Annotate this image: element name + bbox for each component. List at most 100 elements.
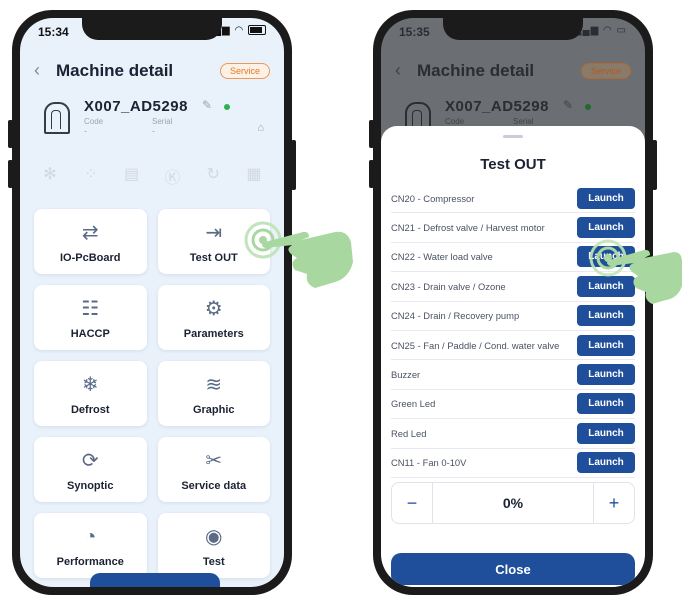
calendar-icon: ▦ (246, 166, 262, 183)
launch-button[interactable]: Launch (577, 334, 635, 356)
output-label: CN11 - Fan 0-10V (391, 457, 467, 469)
document-check-icon: ☷ (81, 297, 100, 320)
lock-icon: ⌂ (257, 122, 264, 134)
tile-label: IO-PcBoard (59, 251, 121, 264)
serial-label: Serial (152, 117, 173, 126)
notch (82, 18, 222, 40)
tile-label: Service data (181, 479, 247, 492)
chevron-left-icon: ‹ (395, 60, 401, 80)
status-time: 15:34 (38, 25, 69, 39)
tile-haccp[interactable]: ☷ HACCP (34, 285, 147, 350)
tile-graphic[interactable]: ≋ Graphic (157, 361, 270, 426)
list-item: Buzzer Launch (391, 360, 635, 390)
output-label: CN20 - Compressor (391, 192, 475, 204)
tile-synoptic[interactable]: ⟳ Synoptic (34, 437, 147, 502)
launch-button[interactable]: Launch (577, 393, 635, 415)
tile-label: Graphic (192, 403, 235, 416)
launch-button[interactable]: Launch (577, 187, 635, 209)
header: ‹ Machine detail Service (34, 60, 270, 84)
page-title: Machine detail (417, 61, 535, 80)
launch-button[interactable]: Launch (577, 305, 635, 327)
sheet-handle[interactable] (503, 135, 523, 138)
volume-down-button (369, 160, 374, 188)
phone-left: 15:34 ▂▄▆ ◠ ‹ Machine detail Service X00… (8, 10, 296, 595)
test-out-sheet: Test OUT CN20 - Compressor Launch CN21 - D… (381, 126, 645, 587)
arrows-circle-icon: ⇄ (81, 221, 99, 244)
machine-door-icon (44, 102, 70, 134)
tools-icon: ✂ (205, 449, 223, 472)
output-label: Red Led (391, 427, 427, 439)
output-list: CN20 - Compressor Launch CN21 - Defrost va… (391, 184, 635, 478)
percentage-stepper: − 0% + (391, 482, 635, 524)
serial-value: - (152, 126, 155, 136)
launch-button[interactable]: Launch (577, 422, 635, 444)
arrow-in-circle-icon: ⇥ (205, 221, 223, 244)
output-label: CN24 - Drain / Recovery pump (391, 310, 520, 322)
stepper-value: 0% (502, 495, 524, 511)
list-item: CN20 - Compressor Launch (391, 184, 635, 214)
tile-parameters[interactable]: ⚙ Parameters (157, 285, 270, 350)
code-label: Code (445, 117, 465, 126)
tile-test[interactable]: ◉ Test (157, 513, 270, 578)
list-item: Red Led Launch (391, 419, 635, 449)
machine-info: X007_AD5298 ✎ Code Serial - - ⌂ (34, 98, 270, 148)
volume-up-button (8, 120, 13, 148)
sheet-title: Test OUT (480, 156, 546, 173)
screen-machine-detail: 15:34 ▂▄▆ ◠ ‹ Machine detail Service X00… (20, 18, 284, 587)
eye-icon: ◉ (205, 525, 223, 548)
pencil-icon[interactable]: ✎ (202, 98, 212, 112)
gears-icon: ⚙ (204, 297, 223, 320)
service-badge: Service (580, 63, 631, 79)
increase-button[interactable]: + (593, 483, 634, 523)
launch-button[interactable]: Launch (577, 217, 635, 239)
document-icon: ▤ (124, 166, 140, 183)
state-icons-row: ✻ ⁘ ▤ Ⓚ ↻ ▦ (36, 164, 268, 188)
bottom-action-button[interactable] (90, 573, 220, 587)
list-item: CN25 - Fan / Paddle / Cond. water valve L… (391, 331, 635, 361)
tile-io-pcboard[interactable]: ⇄ IO-PcBoard (34, 209, 147, 274)
refresh-icon: ↻ (206, 166, 220, 183)
machine-name: X007_AD5298 (445, 98, 549, 115)
tile-label: Test OUT (189, 251, 238, 264)
serial-label: Serial (513, 117, 534, 126)
output-label: CN22 - Water load valve (391, 251, 493, 263)
output-label: CN21 - Defrost valve / Harvest motor (391, 222, 545, 234)
function-grid: ⇄ IO-PcBoard ⇥ Test OUT ☷ HACCP ⚙ Parameters ❄ De… (34, 209, 270, 578)
tile-label: Test (202, 555, 225, 568)
list-item: CN11 - Fan 0-10V Launch (391, 449, 635, 478)
launch-button[interactable]: Launch (577, 364, 635, 386)
tile-service-data[interactable]: ✂ Service data (157, 437, 270, 502)
volume-down-button (8, 160, 13, 188)
power-button (652, 140, 657, 190)
output-label: CN23 - Drain valve / Ozone (391, 280, 506, 292)
online-status-dot (585, 104, 591, 110)
launch-button[interactable]: Launch (577, 452, 635, 474)
close-button[interactable]: Close (391, 553, 635, 585)
output-label: Buzzer (391, 369, 421, 381)
status-time: 15:35 (399, 25, 430, 39)
power-button (291, 140, 296, 190)
volume-up-button (369, 120, 374, 148)
cycle-icon: ⟳ (81, 449, 99, 472)
decrease-button[interactable]: − (392, 483, 433, 523)
drops-icon: ⁘ (84, 166, 98, 183)
battery-icon (248, 25, 266, 36)
tile-label: HACCP (70, 327, 110, 340)
tile-performance[interactable]: ◔ Performance (34, 513, 147, 578)
notch (443, 18, 583, 40)
machine-name: X007_AD5298 (84, 98, 188, 115)
header: ‹ Machine detail Service (395, 60, 631, 84)
pencil-icon: ✎ (563, 98, 574, 112)
tap-hand-icon (244, 221, 353, 288)
output-label: Green Led (391, 398, 436, 410)
code-label: Code (84, 117, 104, 126)
tile-label: Defrost (70, 403, 110, 416)
chevron-left-icon[interactable]: ‹ (34, 60, 40, 81)
service-badge: Service (219, 63, 270, 79)
chart-icon: ≋ (205, 373, 223, 396)
snowflake-drops-icon: ❄ (81, 373, 99, 396)
list-item: Green Led Launch (391, 390, 635, 420)
tile-defrost[interactable]: ❄ Defrost (34, 361, 147, 426)
tile-label: Performance (56, 555, 124, 568)
online-status-dot (224, 104, 230, 110)
